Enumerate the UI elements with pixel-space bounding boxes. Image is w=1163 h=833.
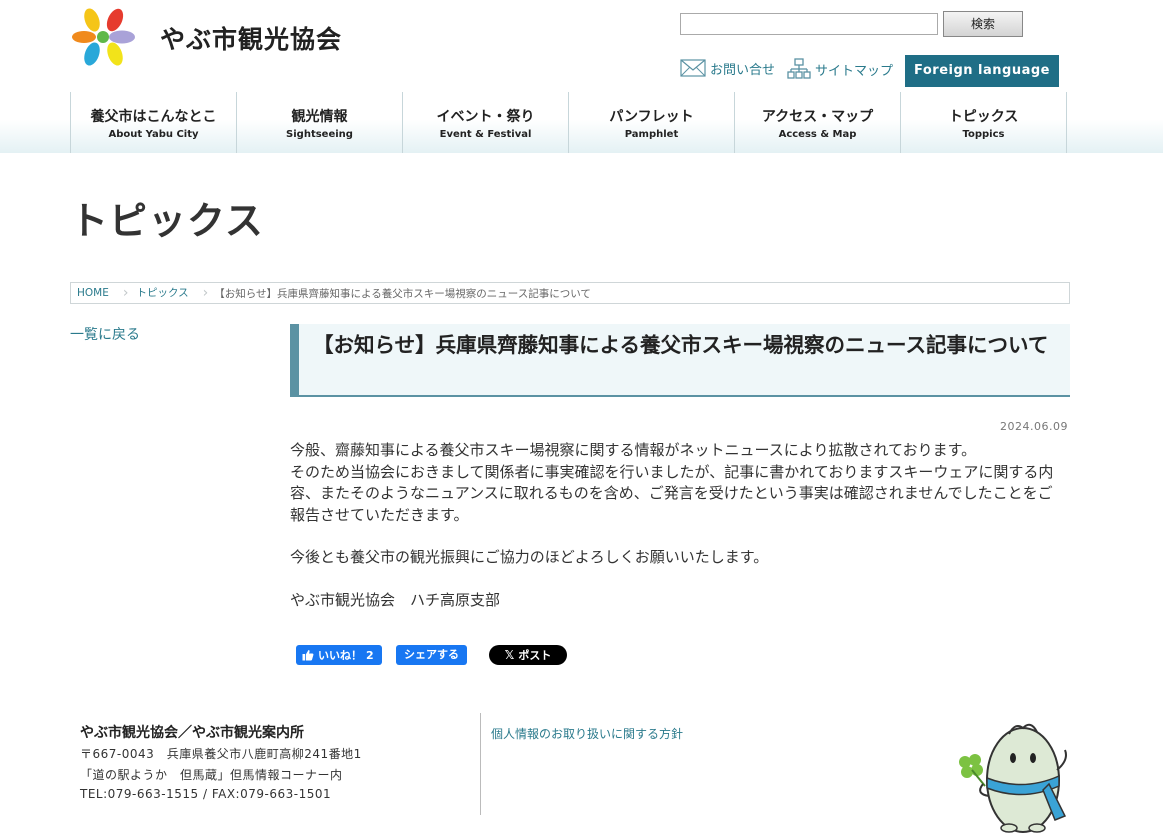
breadcrumb-chevron-icon: › xyxy=(122,285,129,301)
breadcrumb-home[interactable]: HOME xyxy=(71,283,121,303)
thumbs-up-icon xyxy=(302,650,314,661)
mascot-character-icon xyxy=(959,723,1067,833)
like-label: いいね！ xyxy=(318,649,362,662)
article-paragraph: そのため当協会におきまして関係者に事実確認を行いましたが、記事に書かれております… xyxy=(290,462,1054,524)
x-logo-icon: 𝕏 xyxy=(504,648,515,662)
breadcrumb-current: 【お知らせ】兵庫県齊藤知事による養父市スキー場視察のニュース記事について xyxy=(214,287,591,300)
nav-label-en: About Yabu City xyxy=(108,129,199,140)
nav-label-en: Toppics xyxy=(962,129,1005,140)
breadcrumb-chevron-icon: › xyxy=(202,285,209,301)
nav-item-sightseeing[interactable]: 観光情報 Sightseeing xyxy=(237,92,403,153)
footer-phone: TEL:079-663-1515 / FAX:079-663-1501 xyxy=(80,787,332,801)
mail-icon xyxy=(680,59,706,77)
privacy-policy-link[interactable]: 個人情報のお取り扱いに関する方針 xyxy=(491,725,683,742)
search-button[interactable]: 検索 xyxy=(943,11,1023,37)
nav-item-access[interactable]: アクセス・マップ Access & Map xyxy=(735,92,901,153)
nav-item-events[interactable]: イベント・祭り Event & Festival xyxy=(403,92,569,153)
nav-label-jp: アクセス・マップ xyxy=(761,109,874,125)
search-input[interactable] xyxy=(680,13,938,35)
article-date: 2024.06.09 xyxy=(1000,420,1068,433)
nav-label-en: Pamphlet xyxy=(624,129,679,140)
breadcrumb-topics[interactable]: トピックス xyxy=(130,283,200,303)
nav-label-en: Access & Map xyxy=(778,129,857,140)
article-signature: やぶ市観光協会 ハチ高原支部 xyxy=(290,590,501,609)
article-paragraph: 今後とも養父市の観光振興にご協力のほどよろしくお願いいたします。 xyxy=(290,548,769,566)
breadcrumb: HOME › トピックス › 【お知らせ】兵庫県齊藤知事による養父市スキー場視察… xyxy=(70,282,1070,304)
facebook-share-button[interactable]: シェアする xyxy=(396,645,467,665)
nav-label-jp: 養父市はこんなとこ xyxy=(90,109,217,125)
nav-label-en: Sightseeing xyxy=(286,129,353,140)
footer-org-name: やぶ市観光協会／やぶ市観光案内所 xyxy=(80,725,304,741)
sitemap-label: サイトマップ xyxy=(815,63,894,79)
nav-label-jp: トピックス xyxy=(948,109,1019,125)
article-paragraph: 今般、齋藤知事による養父市スキー場視察に関する情報がネットニュースにより拡散され… xyxy=(290,441,977,459)
like-count: 2 xyxy=(366,648,374,662)
x-post-button[interactable]: 𝕏 ポスト xyxy=(489,645,567,665)
article-body: 今般、齋藤知事による養父市スキー場視察に関する情報がネットニュースにより拡散され… xyxy=(290,440,1065,611)
article-title: 【お知らせ】兵庫県齊藤知事による養父市スキー場視察のニュース記事について xyxy=(313,333,1049,357)
footer-location: 「道の駅ようか 但馬蔵」但馬情報コーナー内 xyxy=(80,768,343,782)
back-to-list-link[interactable]: 一覧に戻る xyxy=(70,324,140,344)
nav-label-jp: パンフレット xyxy=(609,109,694,125)
footer-address: 〒667-0043 兵庫県養父市八鹿町高柳241番地1 xyxy=(80,747,362,761)
nav-label-en: Event & Festival xyxy=(439,129,532,140)
foreign-language-button[interactable]: Foreign language xyxy=(905,55,1059,87)
page-title: トピックス xyxy=(70,199,264,243)
nav-label-jp: 観光情報 xyxy=(291,109,348,125)
nav-item-pamphlet[interactable]: パンフレット Pamphlet xyxy=(569,92,735,153)
article-header: 【お知らせ】兵庫県齊藤知事による養父市スキー場視察のニュース記事について xyxy=(290,324,1070,397)
nav-label-jp: イベント・祭り xyxy=(436,109,535,125)
sitemap-link[interactable]: サイトマップ xyxy=(787,58,893,80)
sitemap-icon xyxy=(787,58,811,79)
flower-logo-icon[interactable] xyxy=(70,6,136,68)
site-title[interactable]: やぶ市観光協会 xyxy=(160,20,342,56)
contact-link[interactable]: お問い合せ xyxy=(680,58,775,78)
facebook-like-button[interactable]: いいね！ 2 xyxy=(296,645,382,665)
post-label: ポスト xyxy=(518,649,552,662)
main-nav: 養父市はこんなとこ About Yabu City 観光情報 Sightseei… xyxy=(70,92,1067,153)
nav-item-topics[interactable]: トピックス Toppics xyxy=(901,92,1067,153)
nav-item-about[interactable]: 養父市はこんなとこ About Yabu City xyxy=(71,92,237,153)
footer-divider xyxy=(480,713,481,815)
contact-label: お問い合せ xyxy=(710,62,776,78)
